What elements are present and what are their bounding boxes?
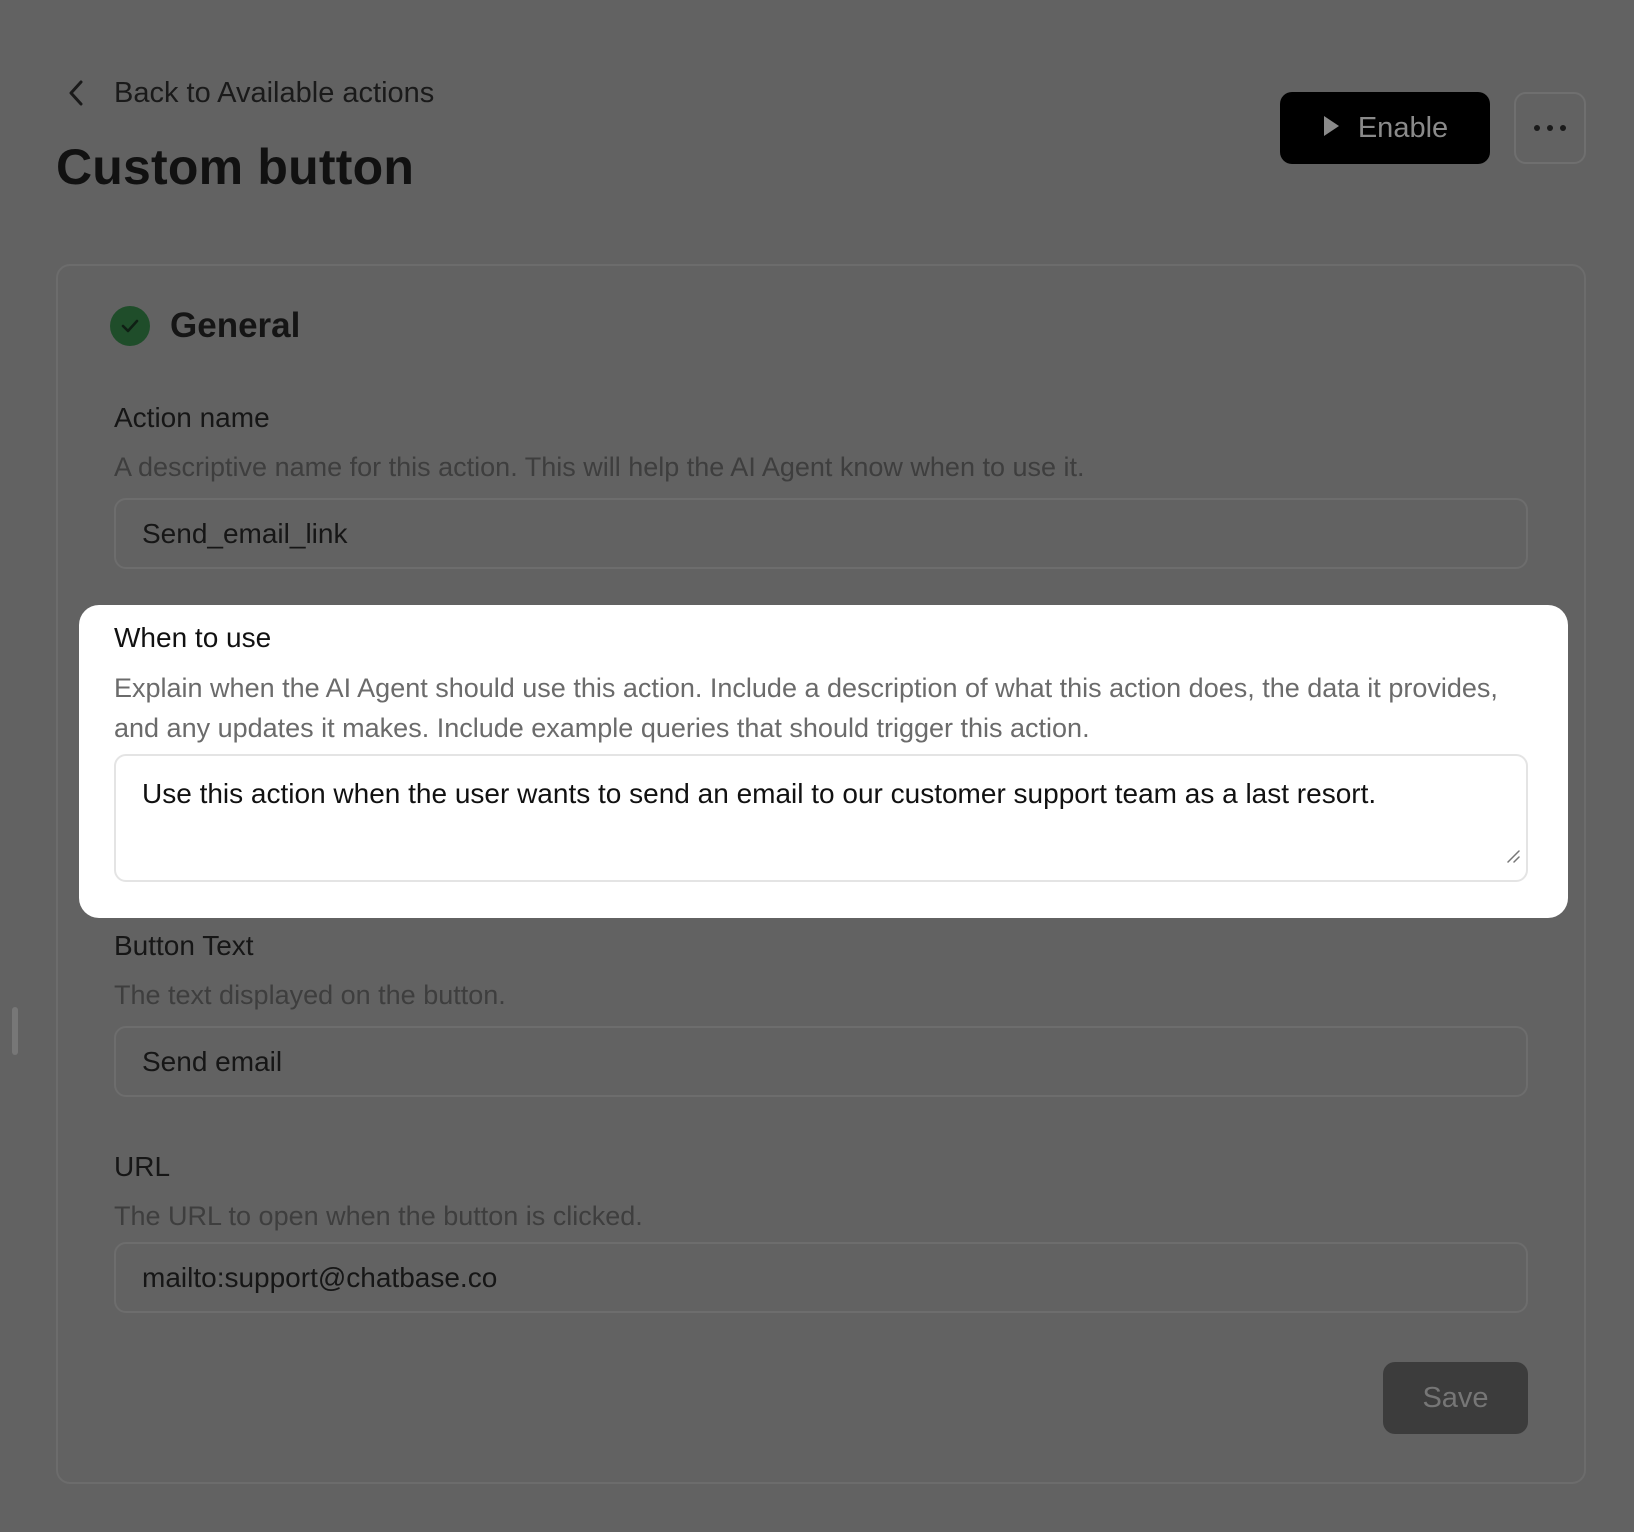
action-name-value: Send_email_link <box>142 517 348 549</box>
when-to-use-value: Use this action when the user wants to s… <box>142 778 1377 809</box>
enable-button-label: Enable <box>1357 111 1449 144</box>
url-help: The URL to open when the button is click… <box>114 1201 643 1231</box>
save-button-label: Save <box>1422 1381 1489 1414</box>
section-title: General <box>170 306 301 345</box>
back-link[interactable]: Back to Available actions <box>62 72 434 114</box>
section-header-general: General <box>110 306 300 346</box>
when-to-use-label: When to use <box>114 622 272 653</box>
more-options-button[interactable] <box>1514 92 1586 164</box>
resize-handle-icon[interactable] <box>1506 834 1520 874</box>
button-text-help: The text displayed on the button. <box>114 980 506 1010</box>
url-value: mailto:support@chatbase.co <box>142 1261 498 1293</box>
when-to-use-textarea[interactable]: Use this action when the user wants to s… <box>114 754 1528 882</box>
button-text-label: Button Text <box>114 930 254 961</box>
play-icon <box>1322 112 1340 145</box>
chevron-left-icon <box>62 79 90 107</box>
back-link-label: Back to Available actions <box>114 76 435 109</box>
enable-button[interactable]: Enable <box>1280 92 1490 164</box>
action-name-input[interactable]: Send_email_link <box>114 498 1528 569</box>
when-to-use-help: Explain when the AI Agent should use thi… <box>114 673 1498 743</box>
save-button[interactable]: Save <box>1383 1362 1528 1434</box>
when-to-use-section: When to use Explain when the AI Agent sh… <box>79 605 1568 918</box>
url-label: URL <box>114 1151 171 1182</box>
action-name-help: A descriptive name for this action. This… <box>114 452 1085 482</box>
page: Back to Available actions Custom button … <box>0 0 1634 1532</box>
button-text-input[interactable]: Send email <box>114 1026 1528 1097</box>
scrollbar-handle[interactable] <box>12 1007 18 1055</box>
url-input[interactable]: mailto:support@chatbase.co <box>114 1242 1528 1313</box>
more-horizontal-icon <box>1533 119 1567 137</box>
check-circle-icon <box>110 306 150 346</box>
action-name-label: Action name <box>114 402 270 433</box>
button-text-value: Send email <box>142 1045 283 1077</box>
page-title: Custom button <box>56 139 415 195</box>
